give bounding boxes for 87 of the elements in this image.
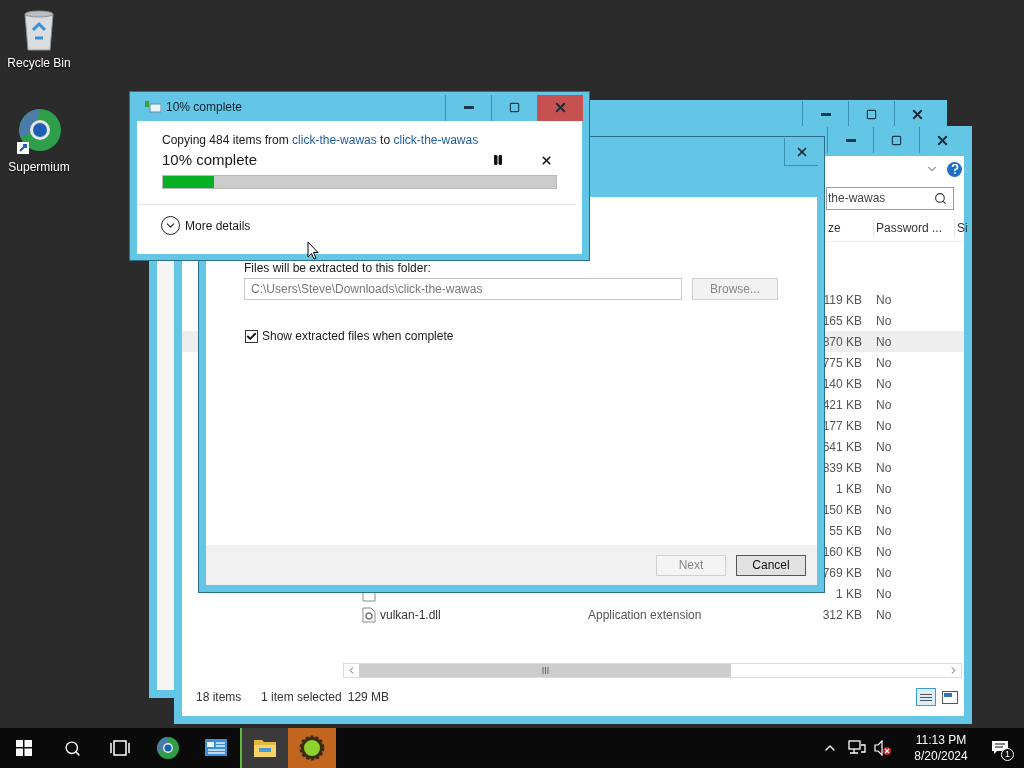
maximize-icon xyxy=(866,108,877,120)
password-cell-text: No xyxy=(876,585,892,603)
maximize-icon xyxy=(509,102,520,113)
horizontal-scrollbar[interactable] xyxy=(343,663,962,678)
minimize-icon xyxy=(845,138,856,142)
gear-icon xyxy=(299,735,325,761)
file-size: 119 KB xyxy=(823,291,862,309)
file-size: 775 KB xyxy=(822,354,862,372)
selection-size: 129 MB xyxy=(347,689,390,706)
wizard-button[interactable]: Cancel xyxy=(736,554,806,576)
gear-file-icon xyxy=(362,606,376,623)
password-cell-text: No xyxy=(876,438,892,456)
password-cell-text: No xyxy=(876,522,892,540)
preview-view-icon[interactable] xyxy=(942,690,958,704)
checkbox-label: Show extracted files when complete xyxy=(262,328,454,345)
search-field[interactable]: the-wawas xyxy=(826,186,954,210)
file-type: Application extension xyxy=(588,607,702,622)
help-icon[interactable] xyxy=(947,161,962,177)
password-cell-text: No xyxy=(876,459,892,477)
password-cell-text: No xyxy=(876,417,892,435)
notification-button[interactable]: 1 xyxy=(976,728,1024,768)
copy-message: Copying 484 items from click-the-wawas to click-the-wawas xyxy=(162,132,480,148)
destination-link[interactable]: click-the-wawas xyxy=(393,133,479,147)
file-size: 769 KB xyxy=(822,564,862,582)
close-icon xyxy=(553,100,568,115)
file-size: 165 KB xyxy=(822,312,862,330)
checkbox[interactable] xyxy=(245,329,258,343)
password-cell-text: No xyxy=(876,291,892,309)
scrollbar-thumb[interactable] xyxy=(359,664,731,677)
folder-label: Files will be extracted to this folder: xyxy=(244,261,431,275)
message-icon xyxy=(991,740,1009,756)
password-cell-text: No xyxy=(876,543,892,561)
notification-count: 1 xyxy=(1001,748,1014,761)
password-cell-text: No xyxy=(876,480,892,498)
item-count: 18 items xyxy=(196,689,243,706)
close-button[interactable] xyxy=(784,138,818,166)
details-view-icon[interactable] xyxy=(916,688,936,706)
column-header[interactable]: ze xyxy=(828,218,874,237)
close-button[interactable] xyxy=(537,94,583,121)
search-icon xyxy=(63,739,81,757)
pause-icon[interactable] xyxy=(492,154,504,166)
folder-icon xyxy=(253,737,277,759)
minimize-icon xyxy=(463,106,474,109)
grip-icon xyxy=(541,667,549,674)
task-view-icon xyxy=(110,740,130,756)
password-cell-text: No xyxy=(876,333,892,351)
search-icon xyxy=(934,191,947,205)
check-icon xyxy=(246,330,257,342)
password-cell-text: No xyxy=(876,396,892,414)
password-cell-text: No xyxy=(876,312,892,330)
copy-icon xyxy=(145,100,161,113)
password-cell-text: No xyxy=(876,354,892,372)
password-cell-text: No xyxy=(876,564,892,582)
file-size: 140 KB xyxy=(822,375,862,393)
file-size: 55 KB xyxy=(829,522,862,540)
clock-time[interactable]: 11:13 PM xyxy=(915,732,967,748)
column-header[interactable]: Password ... xyxy=(874,218,955,237)
desktop-icon-label[interactable]: Recycle Bin xyxy=(7,56,71,70)
windows-logo-icon xyxy=(16,740,32,756)
file-size: 177 KB xyxy=(822,417,862,435)
window-title: 10% complete xyxy=(166,98,243,116)
file-name: vulkan-1.dll xyxy=(380,606,441,624)
browser-icon xyxy=(15,108,63,156)
file-size: 1 KB xyxy=(836,585,862,603)
cancel-icon[interactable] xyxy=(540,153,553,167)
taskbar-app-button[interactable] xyxy=(240,728,288,768)
selection-status: 1 item selected xyxy=(261,689,342,706)
file-size: 312 KB xyxy=(822,606,862,624)
file-row[interactable]: vulkan-1.dll Application extension 312 KB No xyxy=(182,604,964,625)
muted-volume-icon[interactable] xyxy=(874,740,892,756)
panel-icon xyxy=(204,737,228,759)
clock-date[interactable]: 8/20/2024 xyxy=(914,748,968,764)
more-details-link[interactable]: More details xyxy=(185,216,251,235)
desktop-icon-label[interactable]: Supermium xyxy=(8,160,70,174)
password-cell-text: No xyxy=(876,501,892,519)
browser-icon xyxy=(156,736,180,760)
taskbar-app-button[interactable] xyxy=(288,728,336,768)
progress-heading: 10% complete xyxy=(162,150,258,170)
password-cell-text: No xyxy=(876,375,892,393)
network-icon[interactable] xyxy=(848,740,866,756)
password-cell-text: No xyxy=(876,606,892,624)
file-size: 1 KB xyxy=(836,480,862,498)
file-size: 160 KB xyxy=(822,543,862,561)
source-link[interactable]: click-the-wawas xyxy=(292,133,377,147)
maximize-icon xyxy=(891,134,902,146)
file-size: 150 KB xyxy=(822,501,862,519)
minimize-icon xyxy=(820,112,831,116)
